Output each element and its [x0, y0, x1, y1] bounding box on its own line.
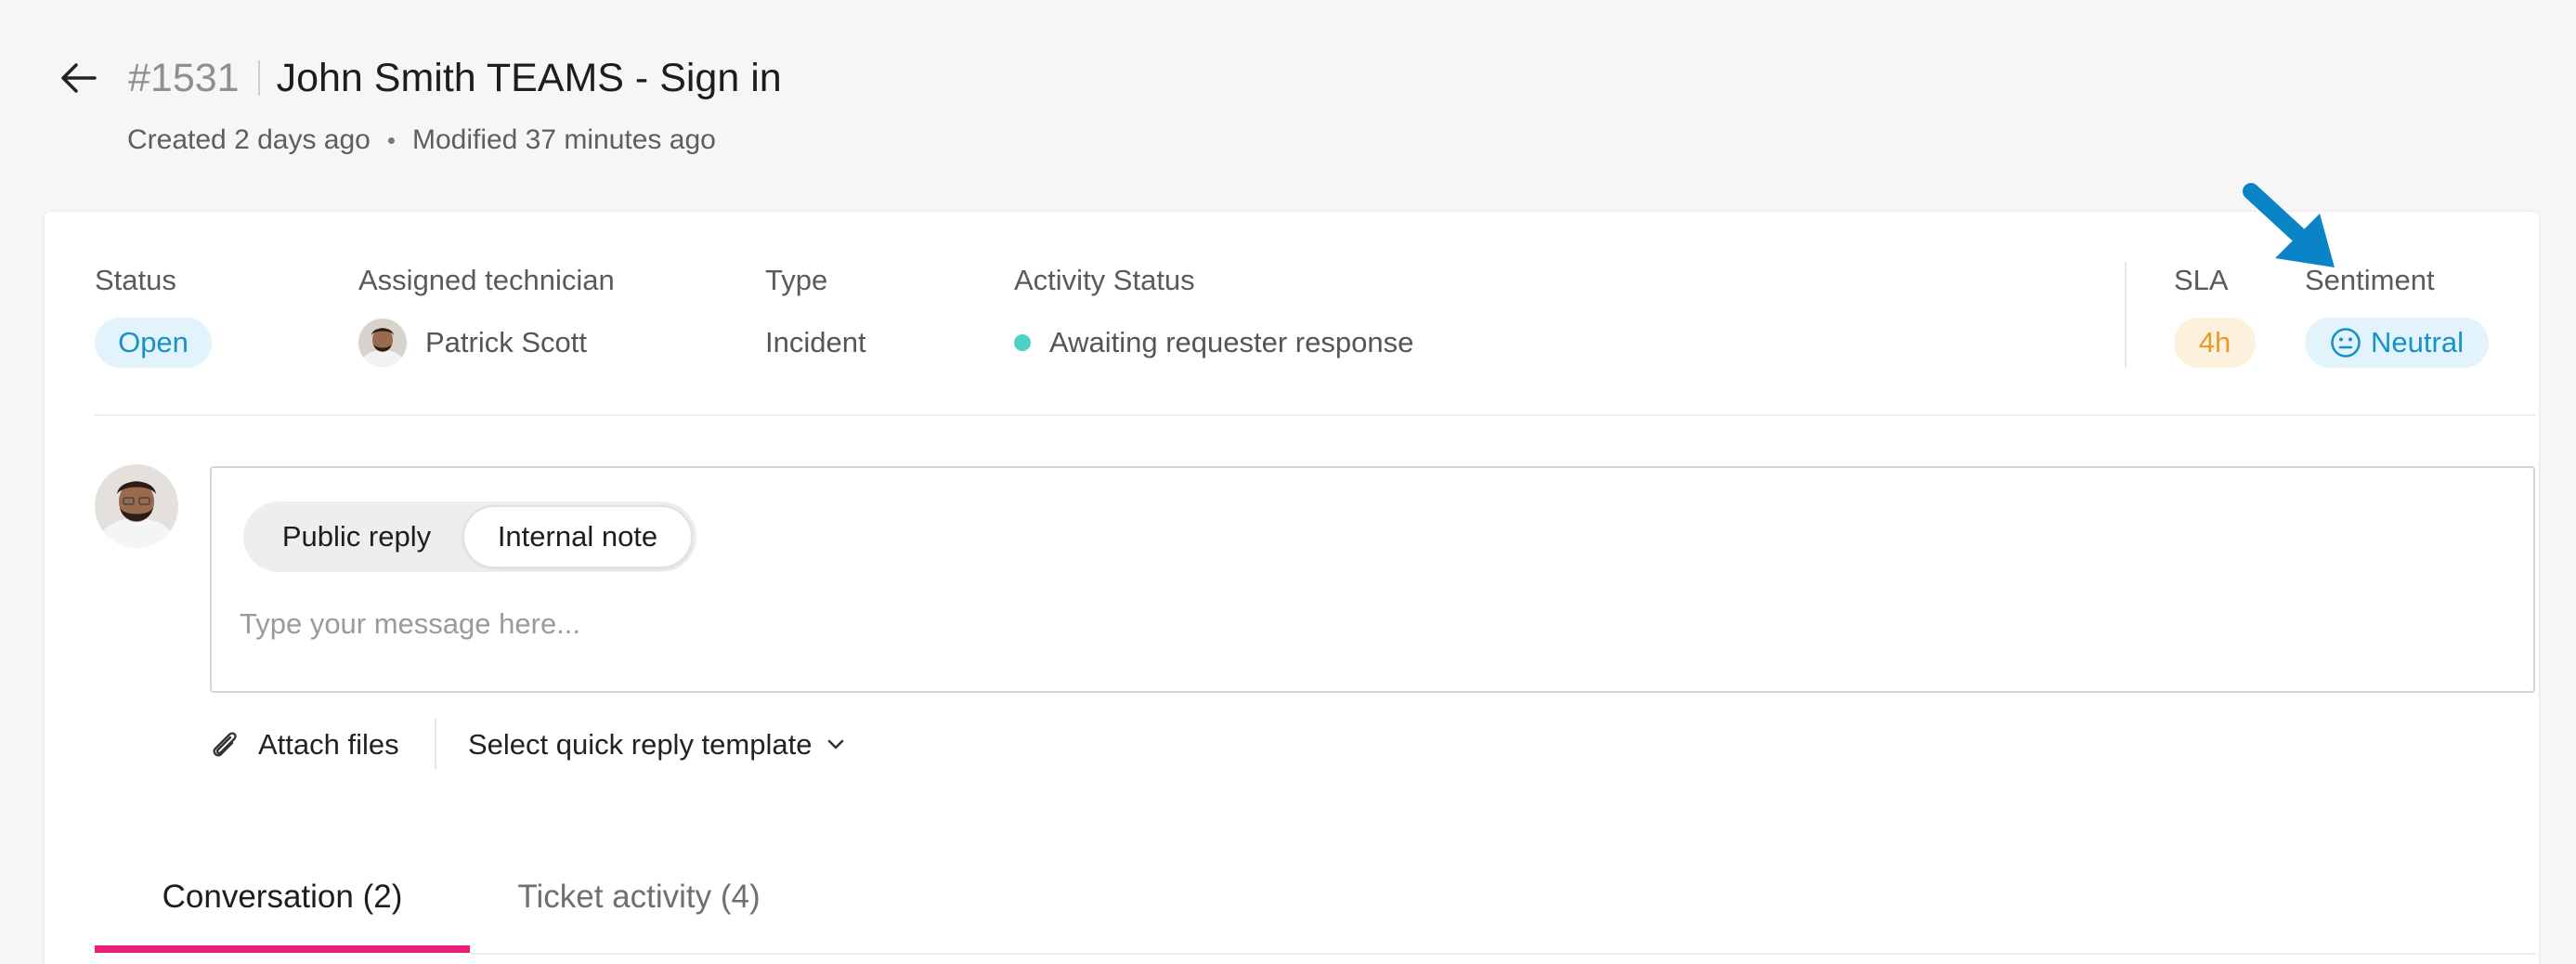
- quick-reply-dropdown[interactable]: Select quick reply template: [468, 719, 845, 771]
- arrow-left-icon: [61, 63, 97, 93]
- activity-status-text: Awaiting requester response: [1049, 326, 1414, 358]
- type-value[interactable]: Incident: [765, 318, 866, 368]
- back-button[interactable]: [52, 54, 104, 102]
- technician-name: Patrick Scott: [425, 326, 587, 358]
- annotation-arrow-icon: [2243, 183, 2335, 267]
- sla-badge[interactable]: 4h: [2174, 318, 2256, 368]
- sla-label: SLA: [2174, 264, 2229, 296]
- active-tab-indicator: [95, 945, 470, 953]
- reply-type-toggle: Public reply Internal note: [243, 502, 696, 572]
- attach-files-button[interactable]: Attach files: [208, 719, 399, 771]
- tab-conversation[interactable]: Conversation (2): [95, 860, 470, 934]
- ticket-meta: Created 2 days ago • Modified 37 minutes…: [127, 124, 716, 156]
- internal-note-tab[interactable]: Internal note: [462, 505, 693, 568]
- status-badge[interactable]: Open: [95, 318, 212, 368]
- attach-files-label: Attach files: [258, 728, 399, 761]
- quick-reply-label: Select quick reply template: [468, 728, 813, 761]
- status-label: Status: [95, 264, 176, 296]
- sentiment-badge[interactable]: Neutral: [2305, 318, 2489, 368]
- tabs-baseline: [470, 953, 2535, 955]
- technician-value[interactable]: Patrick Scott: [358, 318, 587, 368]
- ticket-title-row: #1531 John Smith TEAMS - Sign in: [128, 48, 782, 108]
- technician-label: Assigned technician: [358, 264, 615, 296]
- type-label: Type: [765, 264, 828, 296]
- tab-ticket-activity[interactable]: Ticket activity (4): [505, 860, 773, 934]
- chevron-down-icon: [826, 738, 845, 751]
- title-divider: [257, 60, 260, 96]
- sentiment-value: Neutral: [2371, 326, 2464, 358]
- created-time: Created 2 days ago: [127, 124, 371, 155]
- message-input[interactable]: [240, 598, 2487, 650]
- meta-separator: •: [386, 125, 396, 154]
- current-user-avatar: [95, 464, 178, 548]
- ticket-card: Status Open Assigned technician Patrick …: [45, 212, 2539, 964]
- ticket-title: John Smith TEAMS - Sign in: [276, 55, 782, 100]
- activity-status-dot: [1014, 334, 1031, 351]
- reply-composer: Public reply Internal note: [210, 466, 2535, 693]
- ticket-id: #1531: [128, 55, 240, 100]
- fields-divider: [2125, 262, 2127, 368]
- neutral-face-icon: [2331, 328, 2361, 358]
- ticket-detail-page: #1531 John Smith TEAMS - Sign in Created…: [0, 0, 2576, 964]
- toolbar-divider: [435, 719, 436, 769]
- modified-time: Modified 37 minutes ago: [411, 124, 716, 155]
- section-divider: [95, 414, 2535, 416]
- activity-status-label: Activity Status: [1014, 264, 1195, 296]
- technician-avatar: [358, 319, 407, 367]
- public-reply-tab[interactable]: Public reply: [247, 505, 466, 568]
- activity-status-value[interactable]: Awaiting requester response: [1014, 318, 1413, 368]
- paperclip-icon: [208, 730, 241, 760]
